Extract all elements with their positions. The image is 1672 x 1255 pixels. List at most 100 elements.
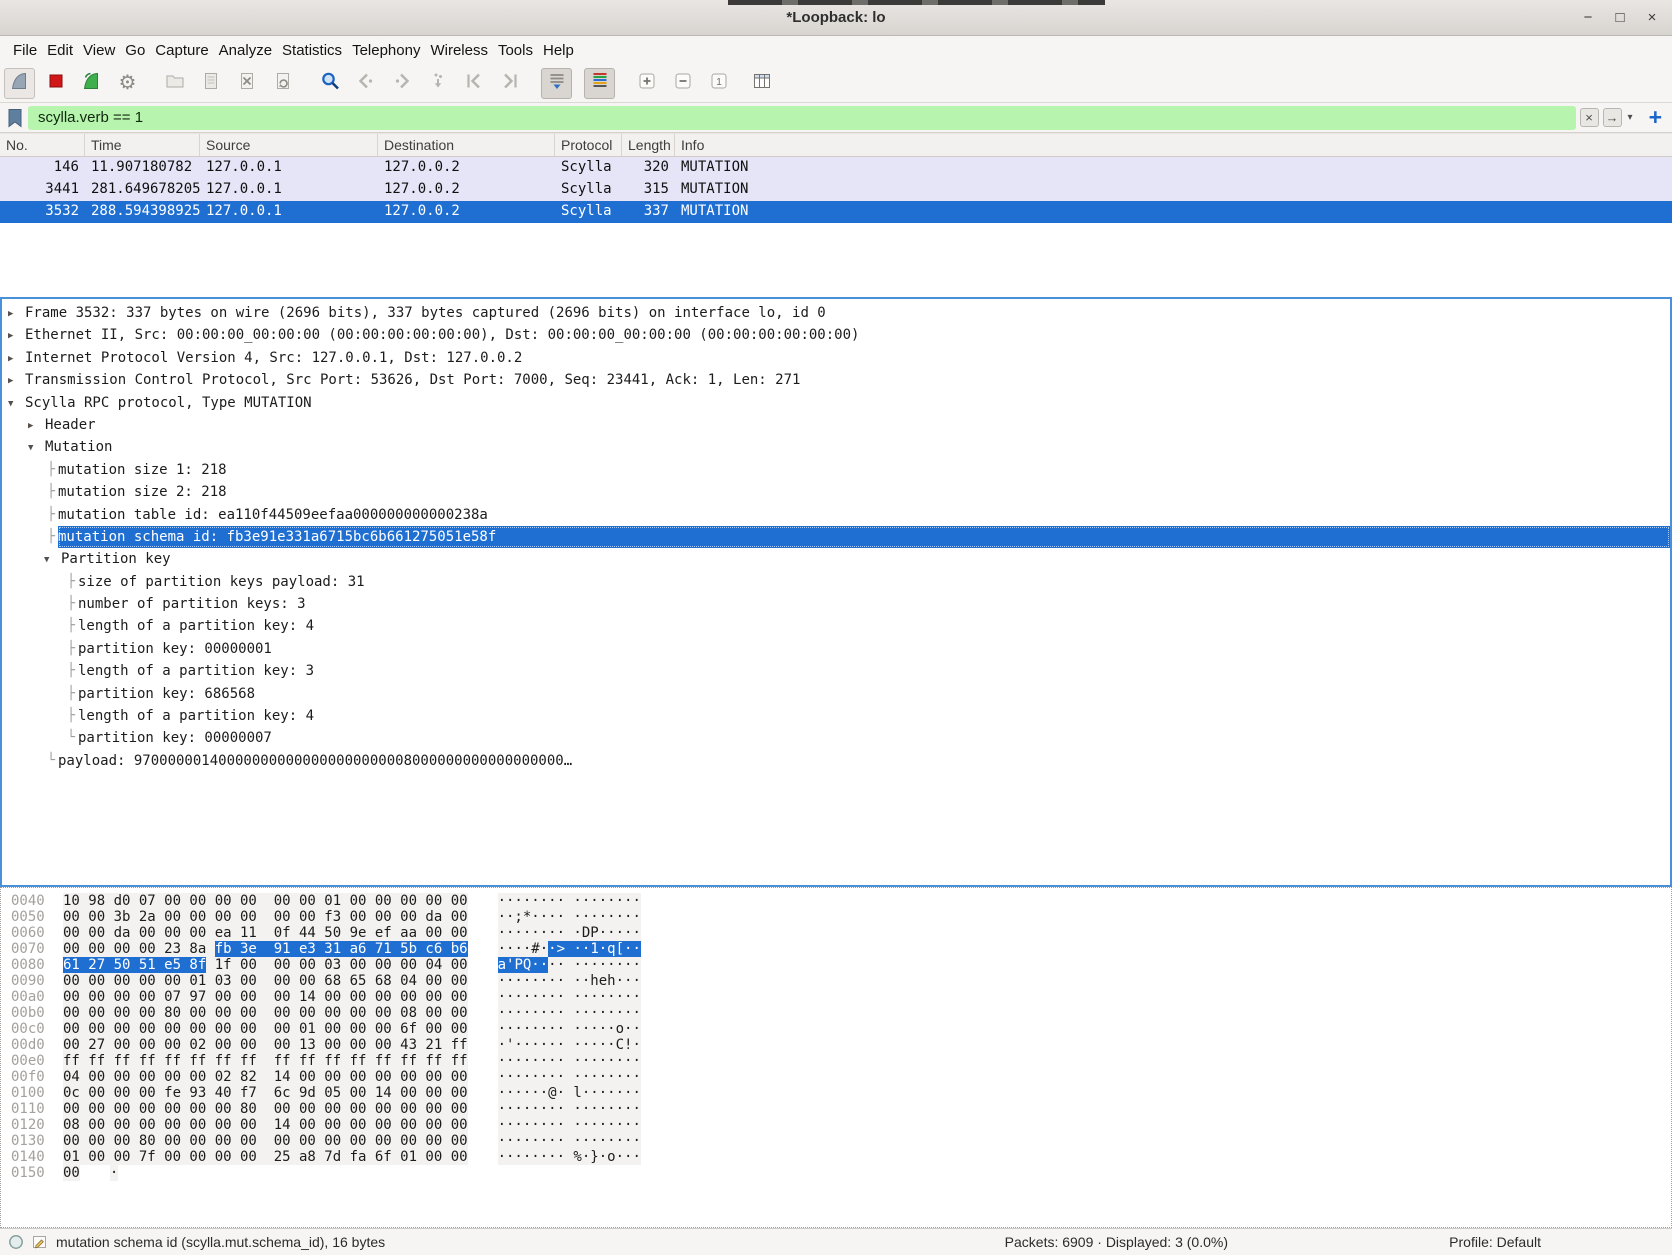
column-header-info[interactable]: Info — [675, 134, 1672, 156]
resize-columns-button[interactable] — [746, 68, 777, 99]
packet-row[interactable]: 146 11.907180782 127.0.0.1 127.0.0.2 Scylla 3… — [0, 157, 1672, 179]
stop-capture-button[interactable] — [40, 68, 71, 99]
colorize-button[interactable] — [584, 67, 615, 99]
detail-line[interactable]: ▶ Frame 3532: 337 bytes on wire (2696 bit… — [2, 302, 1670, 324]
detail-line[interactable]: ├ size of partition keys payload: 31 — [2, 571, 1670, 593]
expander-right-icon[interactable]: ▶ — [8, 325, 25, 347]
menu-item-go[interactable]: Go — [120, 38, 150, 63]
packet-row[interactable]: 3441 281.649678205 127.0.0.1 127.0.0.2 Scyll… — [0, 179, 1672, 201]
filter-add-button[interactable]: + — [1649, 106, 1662, 129]
minimize-button[interactable]: − — [1580, 9, 1596, 26]
detail-line[interactable]: ▶ Ethernet II, Src: 00:00:00_00:00:00 (00… — [2, 324, 1670, 346]
last-packet-button[interactable] — [494, 68, 525, 99]
packet-row[interactable]: 3532 288.594398925 127.0.0.1 127.0.0.2 Scyll… — [0, 201, 1672, 223]
hex-row[interactable]: 00a0 00 00 00 00 07 97 00 00 00 14 00 00 … — [1, 989, 1671, 1005]
capture-comment-icon[interactable] — [32, 1234, 48, 1250]
hex-row[interactable]: 0150 00 · — [1, 1165, 1671, 1181]
profile-status[interactable]: Profile: Default — [1449, 1234, 1541, 1250]
hex-row[interactable]: 00b0 00 00 00 00 80 00 00 00 00 00 00 00 … — [1, 1005, 1671, 1021]
detail-line[interactable]: ├ length of a partition key: 3 — [2, 660, 1670, 682]
menu-item-file[interactable]: File — [8, 38, 42, 63]
detail-line[interactable]: ▶ Transmission Control Protocol, Src Port… — [2, 369, 1670, 391]
hex-row[interactable]: 00f0 04 00 00 00 00 00 02 82 14 00 00 00 … — [1, 1069, 1671, 1085]
close-button[interactable]: × — [1644, 9, 1660, 26]
expander-right-icon[interactable]: ▶ — [8, 370, 25, 392]
detail-line[interactable]: ▶ Header — [2, 414, 1670, 436]
menu-item-tools[interactable]: Tools — [493, 38, 538, 63]
detail-line[interactable]: ▼ Mutation — [2, 436, 1670, 458]
restart-capture-button[interactable] — [76, 68, 107, 99]
detail-line[interactable]: ├ mutation table id: ea110f44509eefaa0000… — [2, 504, 1670, 526]
find-packet-button[interactable] — [314, 68, 345, 99]
detail-line[interactable]: ├ partition key: 686568 — [2, 683, 1670, 705]
hex-row[interactable]: 0130 00 00 00 80 00 00 00 00 00 00 00 00 … — [1, 1133, 1671, 1149]
column-header-length[interactable]: Length — [622, 134, 675, 156]
detail-line[interactable]: ▼ Scylla RPC protocol, Type MUTATION — [2, 392, 1670, 414]
expander-down-icon[interactable]: ▼ — [28, 437, 45, 459]
hex-row[interactable]: 0060 00 00 da 00 00 00 ea 11 0f 44 50 9e … — [1, 925, 1671, 941]
zoom-reset-button[interactable]: 1 — [703, 68, 734, 99]
go-forward-button[interactable] — [386, 68, 417, 99]
maximize-button[interactable]: □ — [1612, 9, 1628, 26]
detail-line[interactable]: ├ mutation schema id: fb3e91e331a6715bc6b… — [2, 525, 1670, 549]
expander-right-icon[interactable]: ▶ — [28, 415, 45, 437]
expander-down-icon[interactable]: ▼ — [8, 393, 25, 415]
hex-row[interactable]: 0050 00 00 3b 2a 00 00 00 00 00 00 f3 00 … — [1, 909, 1671, 925]
detail-line[interactable]: ├ mutation size 1: 218 — [2, 459, 1670, 481]
detail-line[interactable]: ▶ Internet Protocol Version 4, Src: 127.0… — [2, 347, 1670, 369]
go-to-packet-button[interactable] — [422, 68, 453, 99]
bookmark-icon[interactable] — [6, 108, 24, 128]
expert-info-icon[interactable] — [8, 1234, 24, 1250]
column-header-destination[interactable]: Destination — [378, 134, 555, 156]
filter-dropdown-icon[interactable]: ▾ — [1626, 112, 1635, 123]
hex-row[interactable]: 00d0 00 27 00 00 00 02 00 00 00 13 00 00 … — [1, 1037, 1671, 1053]
hex-row[interactable]: 0090 00 00 00 00 00 01 03 00 00 00 68 65 … — [1, 973, 1671, 989]
menu-item-view[interactable]: View — [78, 38, 120, 63]
detail-line[interactable]: ├ partition key: 00000001 — [2, 638, 1670, 660]
hex-row[interactable]: 0040 10 98 d0 07 00 00 00 00 00 00 01 00 … — [1, 893, 1671, 909]
detail-line[interactable]: ├ mutation size 2: 218 — [2, 481, 1670, 503]
open-file-button[interactable] — [159, 68, 190, 99]
filter-clear-icon[interactable]: × — [1579, 108, 1599, 127]
menu-item-statistics[interactable]: Statistics — [277, 38, 347, 63]
detail-line[interactable]: └ payload: 970000001400000000000000000000… — [2, 750, 1670, 772]
first-packet-button[interactable] — [458, 68, 489, 99]
expander-down-icon[interactable]: ▼ — [44, 549, 61, 571]
hex-row[interactable]: 00c0 00 00 00 00 00 00 00 00 00 01 00 00 … — [1, 1021, 1671, 1037]
expander-right-icon[interactable]: ▶ — [8, 348, 25, 370]
column-header-protocol[interactable]: Protocol — [555, 134, 622, 156]
detail-line[interactable]: └ partition key: 00000007 — [2, 727, 1670, 749]
hex-row[interactable]: 0100 0c 00 00 00 fe 93 40 f7 6c 9d 05 00 … — [1, 1085, 1671, 1101]
detail-line[interactable]: ├ length of a partition key: 4 — [2, 615, 1670, 637]
hex-row[interactable]: 0080 61 27 50 51 e5 8f 1f 00 00 00 03 00 … — [1, 957, 1671, 973]
go-back-button[interactable] — [350, 68, 381, 99]
hex-row[interactable]: 0110 00 00 00 00 00 00 00 80 00 00 00 00 … — [1, 1101, 1671, 1117]
auto-scroll-button[interactable] — [541, 67, 572, 99]
hex-row[interactable]: 0120 08 00 00 00 00 00 00 00 14 00 00 00 … — [1, 1117, 1671, 1133]
zoom-out-button[interactable] — [667, 68, 698, 99]
capture-options-button[interactable]: ⚙ — [112, 68, 143, 99]
column-header-time[interactable]: Time — [85, 134, 200, 156]
menu-item-help[interactable]: Help — [538, 38, 579, 63]
display-filter-input[interactable] — [28, 105, 1576, 130]
column-header-no[interactable]: No. — [0, 134, 85, 156]
detail-line[interactable]: ├ length of a partition key: 4 — [2, 705, 1670, 727]
hex-row[interactable]: 0070 00 00 00 00 23 8a fb 3e 91 e3 31 a6 … — [1, 941, 1671, 957]
start-capture-button[interactable] — [4, 67, 35, 99]
column-header-source[interactable]: Source — [200, 134, 378, 156]
reload-file-button[interactable] — [267, 68, 298, 99]
filter-apply-icon[interactable]: → — [1602, 108, 1622, 127]
hex-row[interactable]: 0140 01 00 00 7f 00 00 00 00 25 a8 7d fa … — [1, 1149, 1671, 1165]
menu-item-analyze[interactable]: Analyze — [214, 38, 277, 63]
detail-line[interactable]: ▼ Partition key — [2, 548, 1670, 570]
zoom-in-button[interactable] — [631, 68, 662, 99]
hex-row[interactable]: 00e0 ff ff ff ff ff ff ff ff ff ff ff ff … — [1, 1053, 1671, 1069]
menu-item-telephony[interactable]: Telephony — [347, 38, 425, 63]
menu-item-capture[interactable]: Capture — [150, 38, 213, 63]
save-file-button[interactable] — [195, 68, 226, 99]
menu-item-wireless[interactable]: Wireless — [425, 38, 493, 63]
menu-item-edit[interactable]: Edit — [42, 38, 78, 63]
close-file-button[interactable] — [231, 68, 262, 99]
expander-right-icon[interactable]: ▶ — [8, 303, 25, 325]
detail-line[interactable]: ├ number of partition keys: 3 — [2, 593, 1670, 615]
